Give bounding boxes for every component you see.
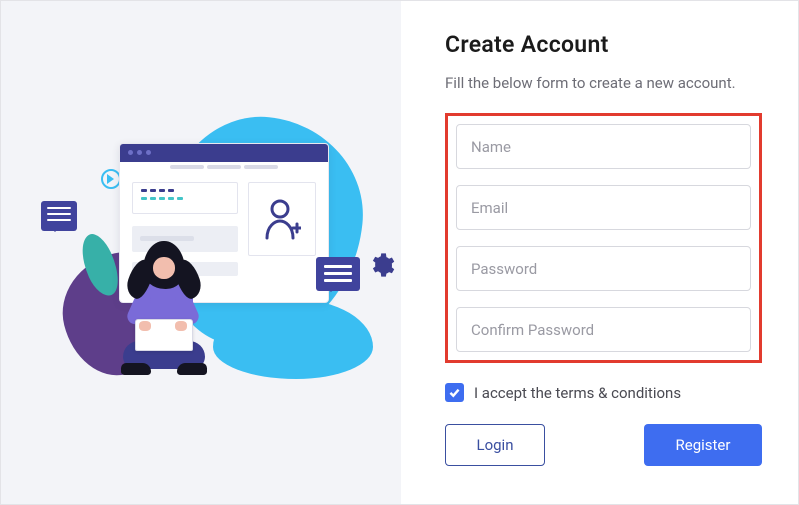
page-title: Create Account [445, 31, 762, 58]
terms-checkbox[interactable] [445, 383, 464, 402]
person-with-laptop [109, 241, 219, 381]
password-field[interactable] [456, 246, 751, 291]
confirm-password-field[interactable] [456, 307, 751, 352]
play-icon [101, 169, 121, 189]
register-button[interactable]: Register [644, 424, 762, 466]
form-panel: Create Account Fill the below form to cr… [401, 1, 798, 504]
chat-bubble-left-icon [41, 201, 77, 231]
chat-bubble-right-icon [316, 257, 360, 291]
button-row: Login Register [445, 424, 762, 466]
signup-form [456, 124, 751, 352]
app-window: Create Account Fill the below form to cr… [0, 0, 799, 505]
illustration-panel [1, 1, 401, 504]
signup-illustration [41, 123, 361, 383]
terms-row: I accept the terms & conditions [445, 383, 762, 402]
browser-titlebar [120, 144, 328, 162]
name-field[interactable] [456, 124, 751, 169]
add-user-icon [248, 182, 316, 256]
highlighted-fields-outline [445, 113, 762, 363]
terms-label: I accept the terms & conditions [474, 384, 681, 402]
email-field[interactable] [456, 185, 751, 230]
check-icon [448, 386, 461, 399]
login-button[interactable]: Login [445, 424, 545, 466]
page-subtitle: Fill the below form to create a new acco… [445, 72, 745, 95]
gear-icon [367, 251, 395, 279]
